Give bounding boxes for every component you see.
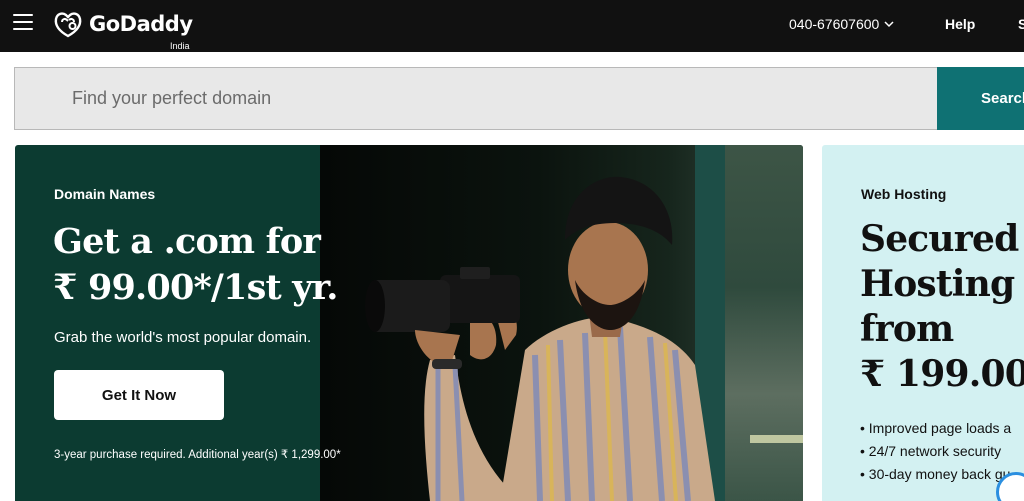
hosting-headline-line-3: from	[860, 308, 954, 350]
hosting-eyebrow: Web Hosting	[861, 186, 947, 202]
domain-eyebrow: Domain Names	[54, 186, 156, 202]
domain-subtext: Grab the world's most popular domain.	[54, 329, 312, 346]
search-button[interactable]: Search	[937, 67, 1024, 130]
domain-search-bar: Search	[14, 67, 1024, 130]
photographer-image	[365, 176, 715, 501]
list-item: • 30-day money back gu	[860, 466, 1011, 482]
chevron-down-icon	[884, 21, 894, 28]
hosting-feature-list: • Improved page loads a • 24/7 network s…	[860, 417, 1011, 486]
brand-name: GoDaddy	[89, 12, 193, 36]
domain-search-input[interactable]	[14, 67, 938, 130]
list-item: • Improved page loads a	[860, 420, 1012, 436]
domain-headline-line-1: Get a .com for	[53, 221, 321, 262]
help-link[interactable]: Help	[945, 16, 975, 32]
hosting-headline: Secured Hosting from ₹ 199.00/	[860, 217, 1024, 397]
sign-in-link[interactable]: S	[1018, 16, 1024, 32]
hamburger-menu-icon[interactable]	[13, 14, 33, 30]
domain-disclaimer: 3-year purchase required. Additional yea…	[54, 449, 341, 461]
hosting-headline-line-1: Secured	[860, 218, 1019, 260]
hosting-promo-card[interactable]: Web Hosting Secured Hosting from ₹ 199.0…	[822, 145, 1024, 501]
hosting-headline-line-2: Hosting	[860, 263, 1015, 305]
top-navigation-bar: GoDaddy India 040-67607600 Help S	[0, 0, 1024, 52]
hosting-headline-line-4: ₹ 199.00/	[860, 353, 1024, 395]
region-label: India	[170, 41, 190, 51]
phone-number-dropdown[interactable]: 040-67607600	[789, 16, 894, 32]
list-item: • 24/7 network security	[860, 443, 1002, 459]
domain-promo-card: Domain Names Get a .com for ₹ 99.00*/1st…	[15, 145, 803, 501]
domain-headline: Get a .com for ₹ 99.00*/1st yr.	[53, 219, 338, 311]
godaddy-logo[interactable]: GoDaddy	[53, 9, 193, 39]
get-it-now-button[interactable]: Get It Now	[54, 370, 224, 420]
godaddy-logo-icon	[54, 11, 82, 37]
phone-number: 040-67607600	[789, 16, 880, 32]
promo-photo	[320, 145, 803, 501]
domain-headline-line-2: ₹ 99.00*/1st yr.	[53, 267, 338, 308]
